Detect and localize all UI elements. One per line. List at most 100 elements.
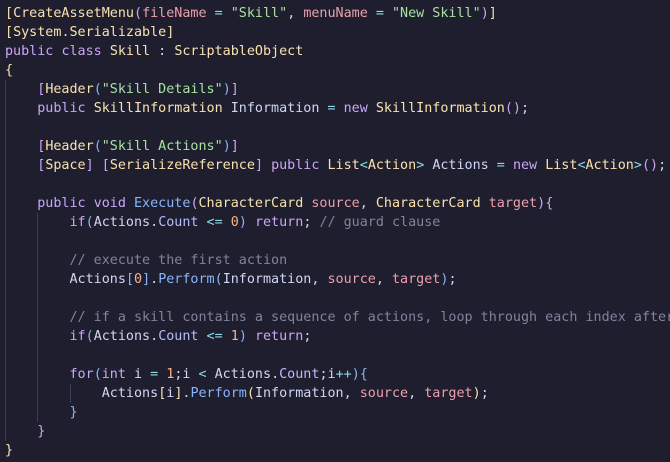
code-token-bracket1: ): [472, 386, 481, 401]
code-line: [System.Serializable]: [5, 23, 670, 42]
code-token-type: Action: [367, 158, 417, 173]
code-token-plain: Actions: [432, 158, 489, 173]
code-token-keyword: for: [69, 367, 94, 382]
code-token-operator: >: [633, 158, 642, 173]
code-line: {: [5, 61, 670, 80]
code-token-operator: <: [577, 158, 586, 173]
code-token-bracket3: }: [69, 405, 78, 420]
code-token-plain: ,: [343, 386, 360, 401]
code-token-type: Skill: [109, 44, 151, 59]
indent-guide: [5, 194, 6, 213]
code-token-type: Serializable: [69, 25, 167, 40]
code-token-plain: ;: [480, 386, 489, 401]
code-token-type: List: [327, 158, 360, 173]
code-token-type: Header: [45, 82, 94, 97]
code-token-string: "Skill": [230, 6, 288, 21]
code-token-plain: Actions: [93, 215, 151, 230]
code-token-plain: ,: [287, 6, 304, 21]
code-token-plain: .: [271, 367, 280, 382]
code-line: Actions[i].Perform(Information, source, …: [5, 384, 670, 403]
code-token-bracket2: ]: [85, 158, 94, 173]
code-token-bracket2: (): [504, 101, 521, 116]
code-token-bracket3: (: [85, 329, 94, 344]
code-token-bracket2: (: [190, 196, 199, 211]
indent-guide: [37, 365, 39, 384]
code-line: }: [5, 441, 670, 460]
code-line: [5, 232, 670, 251]
code-token-plain: ;: [319, 367, 328, 382]
code-token-bracket3: (: [93, 367, 102, 382]
code-line: public SkillInformation Information = ne…: [5, 99, 670, 118]
code-line: // execute the first action: [5, 251, 670, 270]
code-token-plain: ,: [375, 272, 392, 287]
indent-guide: [5, 422, 6, 441]
code-token-plain: ,: [311, 272, 328, 287]
code-token-plain: Actions: [69, 272, 126, 287]
code-token-type: SkillInformation: [93, 101, 223, 116]
code-token-type: ScriptableObject: [174, 44, 304, 59]
indent-guide: [5, 99, 6, 118]
code-token-parameter: target: [392, 272, 441, 287]
code-token-number: 1: [230, 329, 239, 344]
code-token-bracket1: }: [5, 443, 14, 458]
code-token-bracket3: ): [222, 139, 231, 154]
code-token-bracket1: ]: [166, 25, 175, 40]
code-line: if(Actions.Count <= 1) return;: [5, 327, 670, 346]
code-token-bracket3: ): [222, 82, 231, 97]
indent-guide: [5, 403, 6, 422]
code-content[interactable]: [CreateAssetMenu(fileName = "Skill", men…: [5, 4, 670, 460]
code-editor[interactable]: [CreateAssetMenu(fileName = "Skill", men…: [0, 0, 670, 462]
indent-guide: [5, 384, 6, 403]
code-token-bracket3: (: [85, 215, 94, 230]
code-line: [5, 289, 670, 308]
code-token-operator: =: [367, 6, 392, 21]
code-token-parameter: source: [327, 272, 376, 287]
code-token-type: SerializeReference: [109, 158, 255, 173]
code-line: if(Actions.Count <= 0) return; // guard …: [5, 213, 670, 232]
code-token-property: Count: [279, 367, 320, 382]
code-token-bracket3: [: [125, 272, 134, 287]
code-token-plain: ;: [448, 272, 457, 287]
code-token-plain: ,: [408, 386, 425, 401]
indent-guide: [69, 384, 71, 403]
code-line: }: [5, 422, 670, 441]
code-token-bracket3: (: [214, 272, 223, 287]
indent-guide: [5, 156, 6, 175]
code-token-type: SkillInformation: [375, 101, 505, 116]
code-token-keyword: return: [254, 215, 304, 230]
code-token-type: Action: [585, 158, 634, 173]
code-token-bracket3: ): [238, 329, 247, 344]
code-token-plain: Actions: [214, 367, 272, 382]
code-token-type: System: [13, 25, 62, 40]
indent-guide: [37, 213, 39, 232]
code-token-plain: .: [61, 25, 70, 40]
code-token-parameter: target: [488, 196, 538, 211]
code-token-plain: i: [327, 367, 336, 382]
indent-guide: [5, 327, 6, 346]
code-token-operator: =: [142, 367, 167, 382]
code-token-type: Space: [45, 158, 86, 173]
indent-guide: [37, 232, 39, 251]
code-token-keyword: if: [69, 329, 86, 344]
code-token-bracket2: (: [134, 6, 143, 21]
code-line: [5, 118, 670, 137]
code-token-operator: =: [319, 101, 344, 116]
indent-guide: [37, 270, 39, 289]
code-line: Actions[0].Perform(Information, source, …: [5, 270, 670, 289]
code-token-keyword: if: [69, 215, 86, 230]
